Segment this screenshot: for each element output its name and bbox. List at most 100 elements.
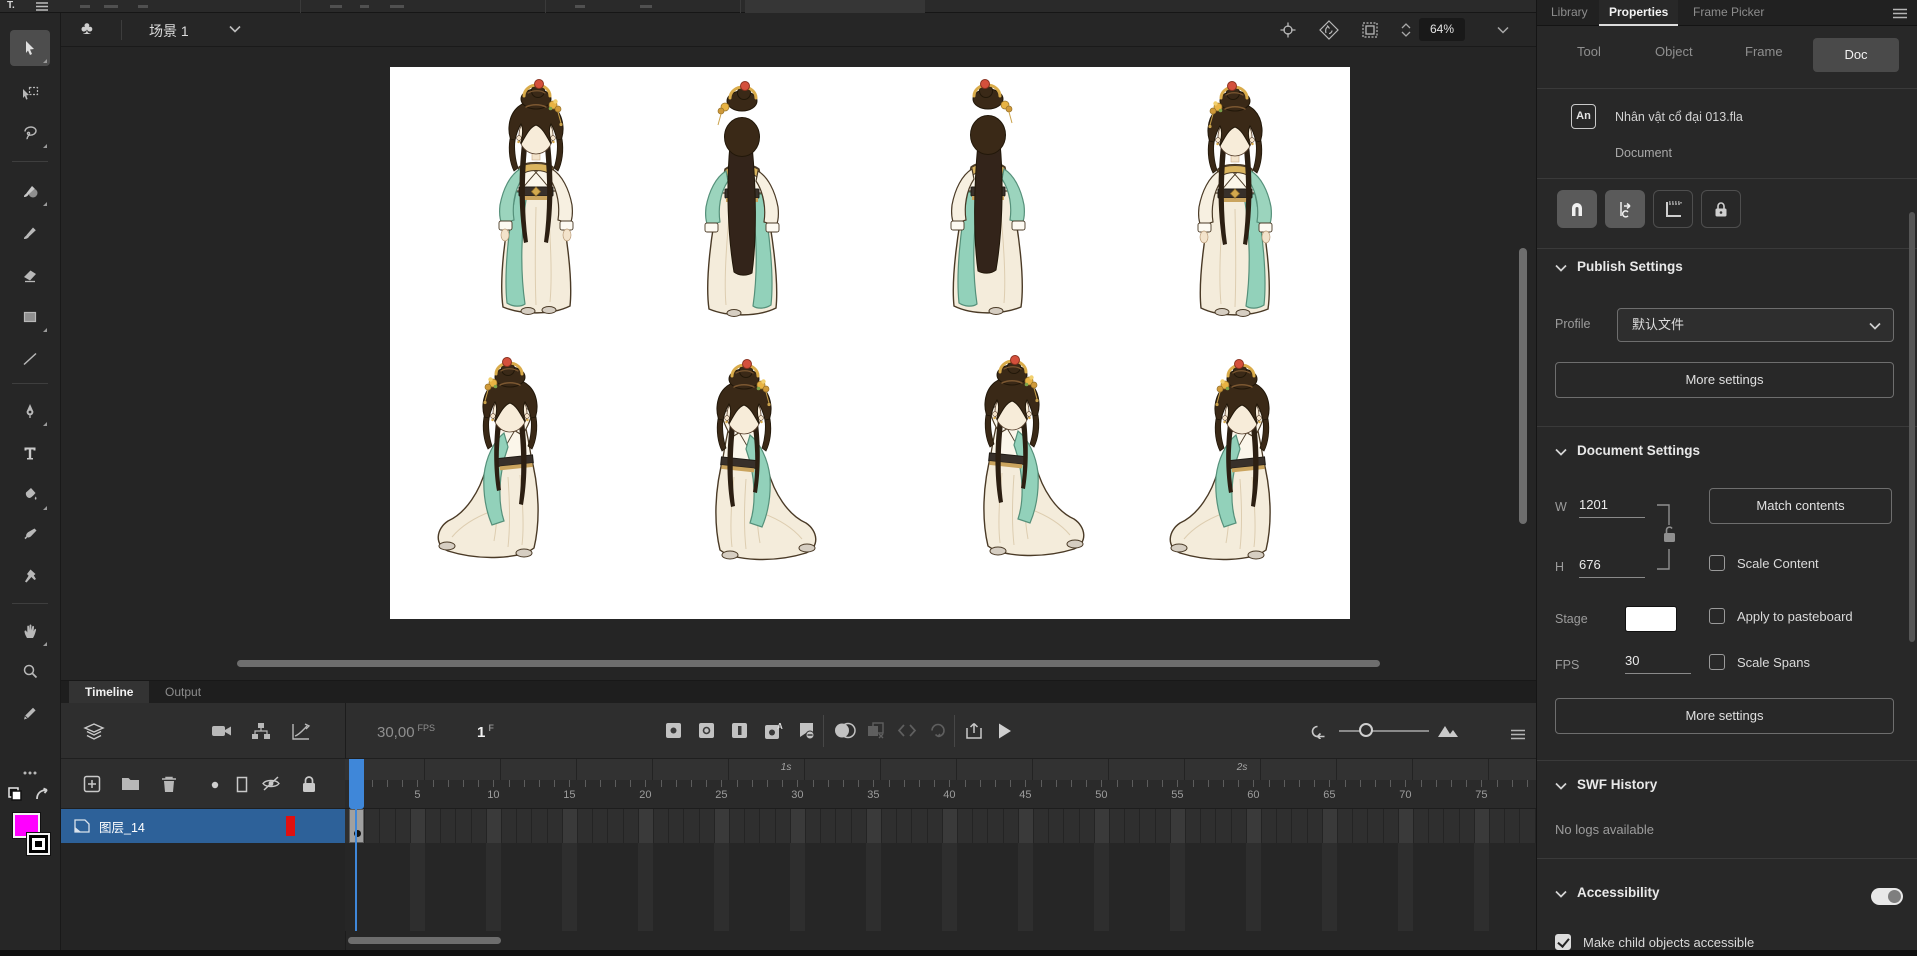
zoom-tool[interactable] <box>10 653 50 689</box>
publish-collapse-chevron-icon[interactable] <box>1555 264 1567 272</box>
zoom-chevron-down-icon[interactable] <box>1497 26 1509 34</box>
insert-frame-icon[interactable] <box>731 722 748 739</box>
layer-frames-row[interactable] <box>345 809 1536 843</box>
stage-character-sit[interactable] <box>1147 357 1337 592</box>
width-tool[interactable] <box>10 695 50 731</box>
new-folder-icon[interactable] <box>121 775 140 791</box>
lock-guides-button[interactable] <box>1701 190 1741 228</box>
panel-scrollbar[interactable] <box>1909 212 1915 642</box>
clip-content-icon[interactable] <box>1361 21 1379 39</box>
new-layer-icon[interactable] <box>83 775 101 793</box>
fluid-brush-tool[interactable] <box>10 173 50 209</box>
lock-layers-icon[interactable] <box>301 775 317 793</box>
make-child-accessible-checkbox[interactable] <box>1555 934 1571 950</box>
docsettings-more-settings-button[interactable]: More settings <box>1555 698 1894 734</box>
stage-color-swatch[interactable] <box>1625 606 1677 632</box>
tab-properties[interactable]: Properties <box>1599 0 1679 26</box>
stage-character-back[interactable] <box>913 77 1063 327</box>
onion-skin-icon[interactable] <box>834 722 856 739</box>
scene-chevron-down-icon[interactable] <box>229 25 241 33</box>
canvas-vertical-scrollbar[interactable] <box>1519 248 1527 524</box>
width-input[interactable]: 1201 <box>1579 497 1645 518</box>
stage-character-sit[interactable] <box>415 355 605 590</box>
stroke-color-swatch[interactable] <box>26 832 51 856</box>
publish-more-settings-button[interactable]: More settings <box>1555 362 1894 398</box>
camera-icon[interactable] <box>211 722 233 740</box>
stage-character-back[interactable] <box>667 79 817 329</box>
timeline-frame-ruler[interactable]: 5 10 15 20 25 30 35 40 45 50 55 60 65 70 75 <box>345 780 1536 809</box>
snap-to-grid-button[interactable] <box>1653 190 1693 228</box>
insert-blank-keyframe-icon[interactable] <box>698 722 715 739</box>
subtab-frame[interactable]: Frame <box>1745 44 1783 59</box>
profile-select[interactable]: 默认文件 <box>1617 308 1894 342</box>
outline-color-dot-icon[interactable] <box>211 781 219 789</box>
subtab-doc[interactable]: Doc <box>1813 38 1899 72</box>
play-button-icon[interactable] <box>997 722 1013 740</box>
layer-outline-color-swatch[interactable] <box>286 816 295 836</box>
onion-range-slider-track[interactable] <box>1339 730 1429 732</box>
stage[interactable] <box>390 67 1350 619</box>
layer-row[interactable]: 图层_14 <box>61 809 345 843</box>
more-tools-button[interactable] <box>10 755 50 791</box>
subselection-tool[interactable] <box>10 75 50 111</box>
hand-tool[interactable] <box>10 613 50 649</box>
zoom-level-input[interactable]: 64% <box>1419 18 1465 41</box>
canvas-horizontal-scrollbar[interactable] <box>237 660 1380 667</box>
rotation-tool-icon[interactable] <box>1319 20 1339 40</box>
export-animation-icon[interactable] <box>965 722 984 740</box>
link-dimensions-icon[interactable] <box>1655 501 1677 573</box>
scale-content-checkbox[interactable] <box>1709 555 1725 571</box>
fps-input[interactable]: 30 <box>1625 653 1691 674</box>
scene-name[interactable]: 场景 1 <box>149 21 189 41</box>
stage-character-stand[interactable] <box>1160 79 1310 329</box>
accessibility-collapse-chevron-icon[interactable] <box>1555 890 1567 898</box>
classic-brush-tool[interactable] <box>10 215 50 251</box>
timeline-panel-menu-icon[interactable] <box>1511 729 1525 740</box>
eraser-tool[interactable] <box>10 257 50 293</box>
flip-loop-range-icon[interactable] <box>1309 722 1329 739</box>
playhead-marker[interactable] <box>349 759 364 809</box>
subtab-tool[interactable]: Tool <box>1577 44 1601 59</box>
node-hierarchy-icon[interactable] <box>251 722 271 741</box>
delete-layer-icon[interactable] <box>161 775 177 793</box>
document-settings-header[interactable]: Document Settings <box>1577 443 1700 458</box>
selection-tool[interactable] <box>10 30 50 66</box>
subtab-object[interactable]: Object <box>1655 44 1693 59</box>
tab-library[interactable]: Library <box>1541 0 1598 26</box>
pasteboard[interactable] <box>61 47 1536 680</box>
timeline-fps-display[interactable]: 30,00 FPS <box>377 723 435 741</box>
accessibility-toggle[interactable] <box>1871 888 1903 905</box>
asset-warp-tool[interactable] <box>10 559 50 595</box>
layer-name[interactable]: 图层_14 <box>99 817 145 836</box>
center-stage-icon[interactable] <box>1279 21 1297 39</box>
text-tool[interactable] <box>10 435 50 471</box>
stage-character-stand[interactable] <box>461 77 611 327</box>
onion-range-slider-knob[interactable] <box>1359 723 1373 737</box>
edit-multiple-frames-icon[interactable] <box>867 722 885 739</box>
accessibility-header[interactable]: Accessibility <box>1577 885 1660 900</box>
auto-keyframe-icon[interactable]: A <box>764 722 783 740</box>
swf-collapse-chevron-icon[interactable] <box>1555 782 1567 790</box>
apply-pasteboard-checkbox[interactable] <box>1709 608 1725 624</box>
timeline-horizontal-scrollbar[interactable] <box>348 937 501 944</box>
line-tool[interactable] <box>10 341 50 377</box>
scale-spans-checkbox[interactable] <box>1709 654 1725 670</box>
tab-frame-picker[interactable]: Frame Picker <box>1683 0 1774 26</box>
publish-settings-header[interactable]: Publish Settings <box>1577 259 1683 274</box>
eye-hidden-icon[interactable] <box>261 775 281 792</box>
zoom-stepper[interactable] <box>1399 18 1413 41</box>
stage-character-sit[interactable] <box>917 353 1107 588</box>
rectangle-tool[interactable] <box>10 299 50 335</box>
symbol-club-icon[interactable]: ♣ <box>81 18 93 39</box>
panel-menu-icon[interactable] <box>1893 8 1907 19</box>
tab-output[interactable]: Output <box>149 681 217 703</box>
current-frame-display[interactable]: 1F <box>477 723 494 741</box>
paint-bucket-tool[interactable] <box>10 477 50 513</box>
loop-icon[interactable] <box>929 722 947 739</box>
snap-align-button[interactable] <box>1605 190 1645 228</box>
match-contents-button[interactable]: Match contents <box>1709 488 1892 524</box>
stepper-down-icon[interactable] <box>1401 31 1411 37</box>
swap-colors-icon[interactable] <box>34 787 52 803</box>
default-colors-icon[interactable] <box>8 787 26 803</box>
stage-character-sit[interactable] <box>649 357 839 592</box>
